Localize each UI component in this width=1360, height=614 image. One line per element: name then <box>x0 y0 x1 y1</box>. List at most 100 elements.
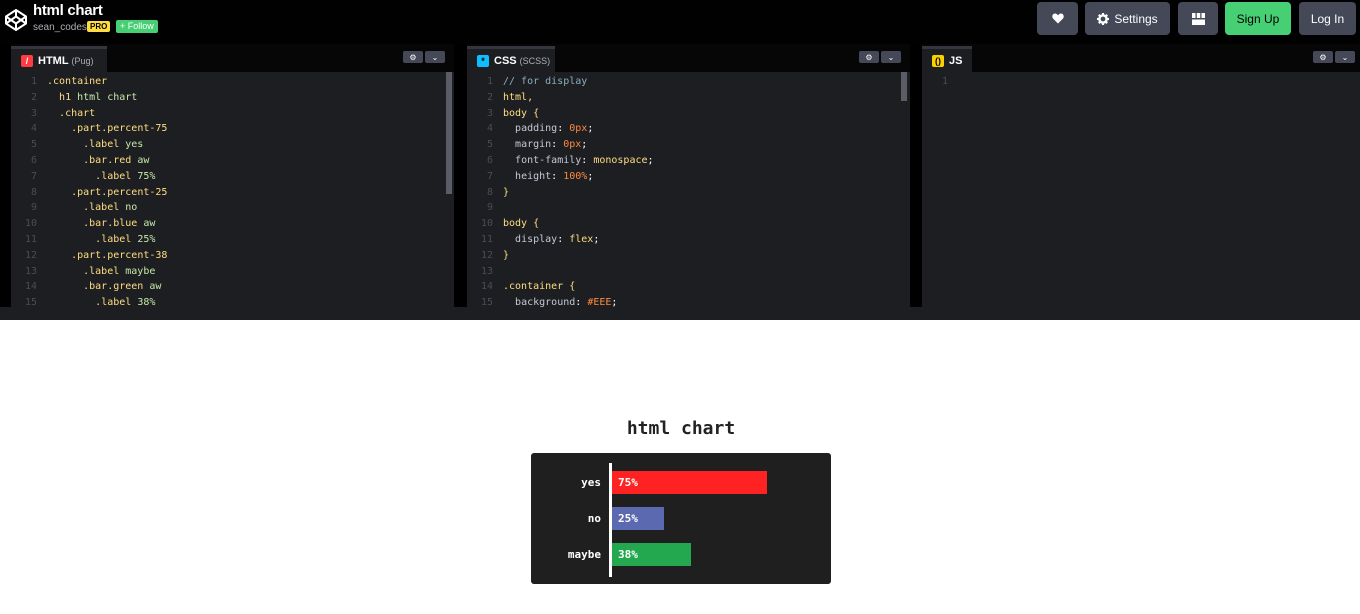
code-line: } <box>503 249 510 261</box>
login-button[interactable]: Log In <box>1299 2 1356 35</box>
code-line: .label 25% <box>95 234 156 245</box>
pen-title: html chart <box>33 2 103 19</box>
gear-icon: ⚙ <box>865 52 873 62</box>
tab-html[interactable]: / HTML (Pug) <box>11 46 107 72</box>
line-number: 8 <box>486 186 493 198</box>
tab-js-label: JS <box>949 54 963 67</box>
author-name[interactable]: sean_codes <box>33 22 87 33</box>
tab-css[interactable]: * CSS (SCSS) <box>467 46 555 72</box>
code-line: .label 75% <box>95 170 156 182</box>
result-preview: html chart yes 75% no 25% maybe 38% <box>0 320 1360 614</box>
code-line: .part.percent-38 <box>71 249 168 261</box>
bar-value-label: 75% <box>618 476 638 489</box>
chevron-down-icon: ⌄ <box>431 52 439 62</box>
line-number: 10 <box>24 218 37 230</box>
line-number: 12 <box>24 249 37 261</box>
line-number: 5 <box>30 139 37 151</box>
tab-js[interactable]: () JS <box>922 46 972 72</box>
line-number: 1 <box>486 76 493 87</box>
code-line: margin: 0px; <box>515 139 588 151</box>
app-header: html chart sean_codes PRO + Follow Setti… <box>0 0 1360 44</box>
chevron-down-icon: ⌄ <box>887 52 895 62</box>
editor-resize-handle[interactable] <box>0 307 1360 320</box>
category-label: no <box>587 512 601 525</box>
category-label: maybe <box>567 548 601 561</box>
line-number: 5 <box>486 139 493 151</box>
line-number: 1 <box>941 76 948 87</box>
line-number: 13 <box>480 265 493 277</box>
love-button[interactable] <box>1037 2 1078 35</box>
settings-button[interactable]: Settings <box>1085 2 1170 35</box>
html-editor[interactable]: / HTML (Pug) ⚙ ⌄ 1 .container 2 h1 html ch… <box>11 44 454 307</box>
line-number: 4 <box>486 123 493 135</box>
layout-icon <box>1191 12 1205 25</box>
line-number: 6 <box>486 155 493 166</box>
html-collapse-button[interactable]: ⌄ <box>425 51 445 63</box>
css-scrollbar[interactable] <box>901 72 907 101</box>
css-settings-button[interactable]: ⚙ <box>859 51 879 63</box>
editor-panels: / HTML (Pug) ⚙ ⌄ 1 .container 2 h1 html ch… <box>0 44 1360 307</box>
change-view-button[interactable] <box>1178 2 1218 35</box>
code-line: .label maybe <box>83 265 156 277</box>
chart-bar: 75% <box>612 471 768 494</box>
category-label: yes <box>581 476 601 489</box>
follow-button[interactable]: + Follow <box>116 20 158 33</box>
tab-css-sub: (SCSS) <box>519 55 551 66</box>
line-number: 8 <box>30 186 37 198</box>
signup-button[interactable]: Sign Up <box>1225 2 1291 35</box>
js-editor-bar <box>922 44 1360 72</box>
bar-chart: yes 75% no 25% maybe 38% <box>531 453 831 584</box>
code-line: h1 html chart <box>59 91 138 103</box>
code-line: height: 100%; <box>515 170 594 182</box>
js-badge-icon: () <box>932 54 944 67</box>
line-number: 9 <box>486 202 493 214</box>
css-editor[interactable]: * CSS (SCSS) ⚙ ⌄ 1// for display 2 html, 3 b… <box>467 44 910 307</box>
code-line: .container <box>47 76 108 87</box>
code-line: body { <box>503 107 540 119</box>
line-number: 2 <box>30 91 37 103</box>
code-line: .part.percent-75 <box>71 123 168 135</box>
heart-icon <box>1051 13 1064 24</box>
tab-html-sub: (Pug) <box>71 55 94 66</box>
code-line: .label no <box>83 202 138 214</box>
code-line: html, <box>503 91 534 103</box>
html-scrollbar[interactable] <box>446 72 452 194</box>
js-settings-button[interactable]: ⚙ <box>1313 51 1333 63</box>
js-collapse-button[interactable]: ⌄ <box>1335 51 1355 63</box>
chart-title: html chart <box>626 418 736 439</box>
line-number: 10 <box>480 218 493 230</box>
gear-icon: ⚙ <box>1319 52 1327 62</box>
line-number: 14 <box>24 281 37 293</box>
code-line: font-family: monospace; <box>515 155 654 166</box>
code-line: .bar.red aw <box>83 155 150 166</box>
code-line: .label yes <box>83 139 144 151</box>
code-line: background: #EEE; <box>515 297 618 307</box>
line-number: 1 <box>30 76 37 87</box>
codepen-logo-icon[interactable] <box>4 8 28 32</box>
code-line: } <box>503 186 510 198</box>
code-line: // for display <box>503 76 588 87</box>
css-badge-icon: * <box>477 54 489 67</box>
line-number: 6 <box>30 155 37 166</box>
line-number: 11 <box>24 234 37 245</box>
line-number: 7 <box>30 170 37 182</box>
line-number: 4 <box>30 123 37 135</box>
code-line: .container { <box>503 281 576 293</box>
js-editor[interactable]: () JS ⚙ ⌄ 1 <box>922 44 1360 307</box>
code-line: .chart <box>59 107 96 119</box>
gear-icon: ⚙ <box>409 52 417 62</box>
html-settings-button[interactable]: ⚙ <box>403 51 423 63</box>
tab-css-label: CSS <box>494 54 517 67</box>
line-number: 2 <box>486 91 493 103</box>
line-number: 13 <box>24 265 37 277</box>
line-number: 7 <box>486 170 493 182</box>
settings-label: Settings <box>1114 11 1158 26</box>
line-number: 3 <box>486 107 493 119</box>
bar-value-label: 38% <box>618 548 638 561</box>
chart-bar: 38% <box>612 543 691 566</box>
line-number: 15 <box>480 297 493 307</box>
css-collapse-button[interactable]: ⌄ <box>881 51 901 63</box>
chevron-down-icon: ⌄ <box>1341 52 1349 62</box>
line-number: 9 <box>30 202 37 214</box>
code-line: .label 38% <box>95 297 156 307</box>
